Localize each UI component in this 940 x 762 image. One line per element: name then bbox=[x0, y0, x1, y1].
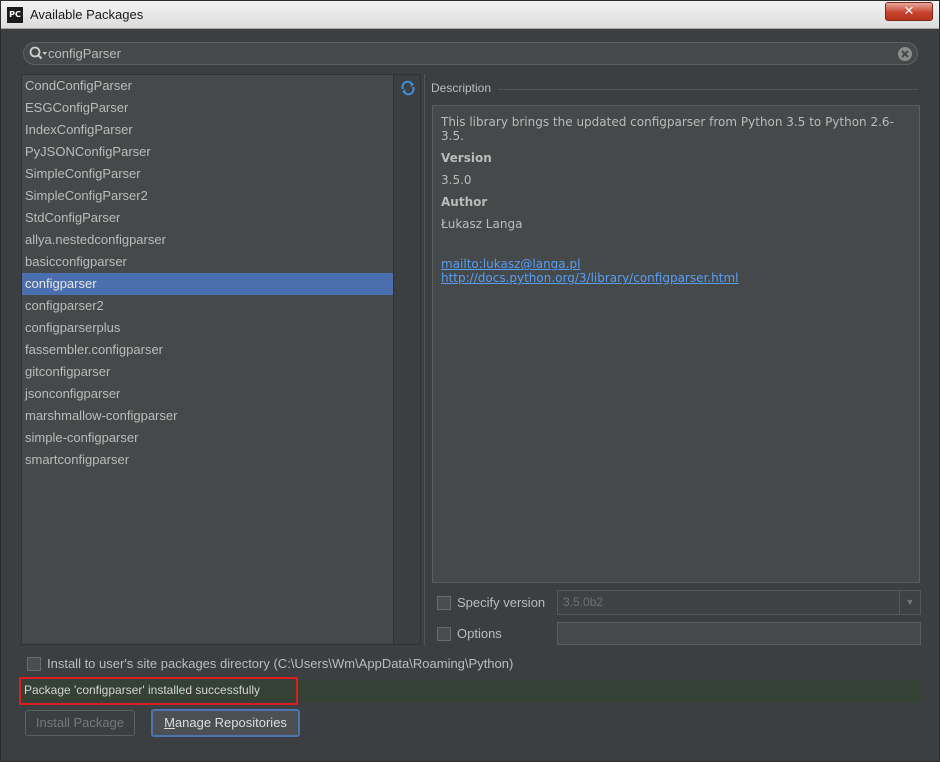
options-checkbox[interactable] bbox=[437, 627, 451, 641]
version-select[interactable]: 3.5.0b2 ▼ bbox=[557, 590, 921, 615]
package-list-item[interactable]: basicconfigparser bbox=[22, 251, 393, 273]
title-bar[interactable]: PC Available Packages ✕ bbox=[1, 1, 939, 29]
pycharm-app-icon: PC bbox=[7, 7, 23, 23]
options-input[interactable] bbox=[557, 622, 921, 645]
package-list-item[interactable]: configparserplus bbox=[22, 317, 393, 339]
manage-label: anage Repositories bbox=[174, 715, 287, 730]
search-icon[interactable] bbox=[28, 45, 48, 62]
description-links: mailto:lukasz@langa.pl http://docs.pytho… bbox=[441, 257, 911, 285]
documentation-link[interactable]: http://docs.python.org/3/library/configp… bbox=[441, 271, 911, 285]
author-label: Author bbox=[441, 195, 488, 209]
panel-splitter[interactable] bbox=[422, 74, 428, 645]
description-panel: This library brings the updated configpa… bbox=[432, 105, 920, 583]
install-user-label: Install to user's site packages director… bbox=[47, 656, 514, 671]
manage-repositories-button[interactable]: Manage Repositories bbox=[151, 709, 300, 737]
package-list-item[interactable]: StdConfigParser bbox=[22, 207, 393, 229]
package-list-item[interactable]: configparser2 bbox=[22, 295, 393, 317]
package-list-item[interactable]: IndexConfigParser bbox=[22, 119, 393, 141]
close-button[interactable]: ✕ bbox=[885, 2, 933, 21]
author-value: Łukasz Langa bbox=[441, 217, 523, 231]
package-list-item[interactable]: simple-configparser bbox=[22, 427, 393, 449]
package-list-item[interactable]: ESGConfigParser bbox=[22, 97, 393, 119]
package-list-item[interactable]: CondConfigParser bbox=[22, 75, 393, 97]
chevron-down-icon[interactable]: ▼ bbox=[899, 591, 920, 614]
version-select-value: 3.5.0b2 bbox=[563, 595, 604, 609]
package-list-item[interactable]: gitconfigparser bbox=[22, 361, 393, 383]
window-title: Available Packages bbox=[30, 7, 144, 22]
version-label: Version bbox=[441, 151, 492, 165]
package-list-item[interactable]: SimpleConfigParser bbox=[22, 163, 393, 185]
refresh-icon[interactable] bbox=[400, 80, 416, 96]
package-list-item[interactable]: jsonconfigparser bbox=[22, 383, 393, 405]
install-package-button[interactable]: Install Package bbox=[25, 710, 135, 736]
description-header: Description bbox=[431, 81, 492, 95]
package-list-item[interactable]: allya.nestedconfigparser bbox=[22, 229, 393, 251]
available-packages-dialog: PC Available Packages ✕ CondConfigParser… bbox=[0, 0, 940, 762]
specify-version-label: Specify version bbox=[457, 595, 546, 610]
status-message: Package 'configparser' installed success… bbox=[24, 683, 261, 697]
package-list[interactable]: CondConfigParser ESGConfigParser IndexConf… bbox=[21, 74, 394, 645]
search-field[interactable] bbox=[23, 42, 918, 65]
description-divider bbox=[498, 89, 918, 90]
package-list-item[interactable]: marshmallow-configparser bbox=[22, 405, 393, 427]
package-list-item[interactable]: configparser bbox=[22, 273, 393, 295]
list-toolbar bbox=[394, 74, 421, 645]
version-value: 3.5.0 bbox=[441, 173, 472, 187]
manage-mnemonic: M bbox=[164, 715, 175, 730]
package-list-item[interactable]: SimpleConfigParser2 bbox=[22, 185, 393, 207]
description-summary: This library brings the updated configpa… bbox=[441, 115, 894, 143]
install-user-checkbox[interactable] bbox=[27, 657, 41, 671]
package-list-item[interactable]: fassembler.configparser bbox=[22, 339, 393, 361]
specify-version-checkbox[interactable] bbox=[437, 596, 451, 610]
package-list-item[interactable]: smartconfigparser bbox=[22, 449, 393, 471]
package-list-item[interactable]: PyJSONConfigParser bbox=[22, 141, 393, 163]
clear-search-icon[interactable] bbox=[897, 46, 913, 62]
search-input[interactable] bbox=[48, 45, 888, 62]
author-email-link[interactable]: mailto:lukasz@langa.pl bbox=[441, 257, 911, 271]
options-label: Options bbox=[457, 626, 502, 641]
